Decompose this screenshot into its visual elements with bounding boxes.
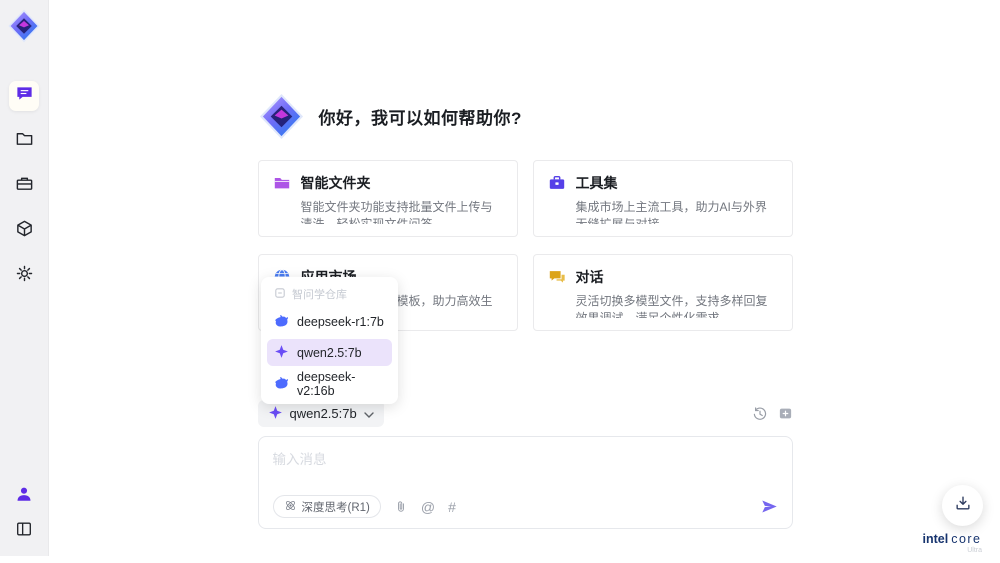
sidebar-item-collapse[interactable] [10, 518, 38, 544]
card-title: 工具集 [575, 175, 618, 191]
deep-think-label: 深度思考(R1) [301, 501, 370, 514]
hash-icon[interactable]: # [448, 500, 456, 514]
intel-core-badge: intel core Ultra [916, 532, 988, 554]
chat-input-box: 深度思考(R1) @ # [257, 436, 793, 529]
folder-icon [15, 129, 34, 153]
toolbox-icon [15, 174, 34, 198]
model-selector-row: qwen2.5:7b [257, 400, 793, 427]
sidebar-item-toolbox[interactable] [9, 171, 39, 201]
sidebar-item-apps[interactable] [9, 216, 39, 246]
card-smart-folder[interactable]: 智能文件夹 智能文件夹功能支持批量文件上传与清洗，轻松实现文件问答 [257, 160, 518, 237]
sidebar-bottom [10, 483, 38, 544]
card-description: 智能文件夹功能支持批量文件上传与清洗，轻松实现文件问答 [300, 200, 493, 224]
history-icon[interactable] [752, 406, 768, 422]
greeting: 你好，我可以如何帮助你? [258, 0, 793, 140]
app-logo-icon [258, 93, 305, 140]
qwen-icon [274, 344, 289, 362]
chevron-down-icon [364, 406, 374, 421]
smart-folder-icon [273, 173, 291, 224]
model-dropdown-header-label: 智问学仓库 [292, 289, 347, 301]
model-option-label: deepseek-r1:7b [297, 314, 384, 329]
model-dropdown-header: 智问学仓库 [267, 284, 392, 304]
card-description: 集成市场上主流工具，助力AI与外界无缝扩展与对接 [575, 200, 767, 224]
panel-icon [15, 520, 33, 543]
sidebar-item-folders[interactable] [9, 126, 39, 156]
sidebar [0, 0, 49, 556]
model-option-label: deepseek-v2:16b [297, 369, 356, 398]
atom-icon [284, 499, 297, 515]
card-toolset[interactable]: 工具集 集成市场上主流工具，助力AI与外界无缝扩展与对接 [532, 160, 793, 237]
sidebar-item-chat[interactable] [9, 81, 39, 111]
model-option-deepseek-v2[interactable]: deepseek-v2:16b [267, 369, 392, 398]
download-icon [954, 494, 972, 517]
greeting-title: 你好，我可以如何帮助你? [318, 109, 522, 128]
new-chat-icon[interactable] [778, 406, 793, 421]
sidebar-item-settings[interactable] [9, 261, 39, 291]
deep-think-toggle[interactable]: 深度思考(R1) [272, 495, 381, 518]
card-description: 灵活切换多模型文件，支持多样回复效果调试，满足个性化需求 [575, 294, 768, 318]
model-selector[interactable]: qwen2.5:7b [257, 400, 384, 427]
intel-logo-text: intel [922, 532, 949, 546]
sidebar-nav [9, 81, 39, 291]
chat-icon [15, 84, 34, 108]
model-dropdown: 智问学仓库 deepseek-r1:7b qwen2.5:7b deepseek… [261, 277, 398, 404]
ultra-badge-text: Ultra [967, 547, 982, 554]
chat-actions [752, 406, 793, 422]
input-toolbar: 深度思考(R1) @ # [272, 495, 778, 518]
model-option-label: qwen2.5:7b [297, 345, 362, 360]
user-icon [15, 485, 33, 508]
settings-icon [15, 264, 34, 288]
model-option-qwen[interactable]: qwen2.5:7b [267, 339, 392, 366]
cube-icon [15, 219, 34, 243]
attachment-icon[interactable] [394, 500, 408, 514]
card-dialogue[interactable]: 对话 灵活切换多模型文件，支持多样回复效果调试，满足个性化需求 [532, 254, 793, 331]
chat-bubbles-icon [548, 267, 566, 318]
core-logo-text: core [951, 532, 982, 546]
briefcase-icon [548, 173, 566, 224]
deepseek-icon [274, 375, 289, 393]
mention-icon[interactable]: @ [421, 500, 435, 514]
app-logo-icon [7, 9, 41, 43]
qwen-icon [268, 405, 283, 423]
send-icon[interactable] [761, 498, 778, 515]
message-input[interactable] [272, 448, 778, 495]
main-area: 你好，我可以如何帮助你? 智能文件夹 智能文件夹功能支持批量文件上传与清洗，轻松… [50, 0, 1000, 563]
model-selector-label: qwen2.5:7b [289, 406, 357, 421]
repository-icon [274, 287, 286, 302]
download-button[interactable] [942, 485, 983, 526]
sidebar-item-account[interactable] [10, 483, 38, 509]
card-title: 对话 [575, 269, 604, 285]
card-title: 智能文件夹 [300, 175, 371, 191]
deepseek-icon [274, 313, 289, 331]
model-option-deepseek-r1[interactable]: deepseek-r1:7b [267, 308, 392, 335]
